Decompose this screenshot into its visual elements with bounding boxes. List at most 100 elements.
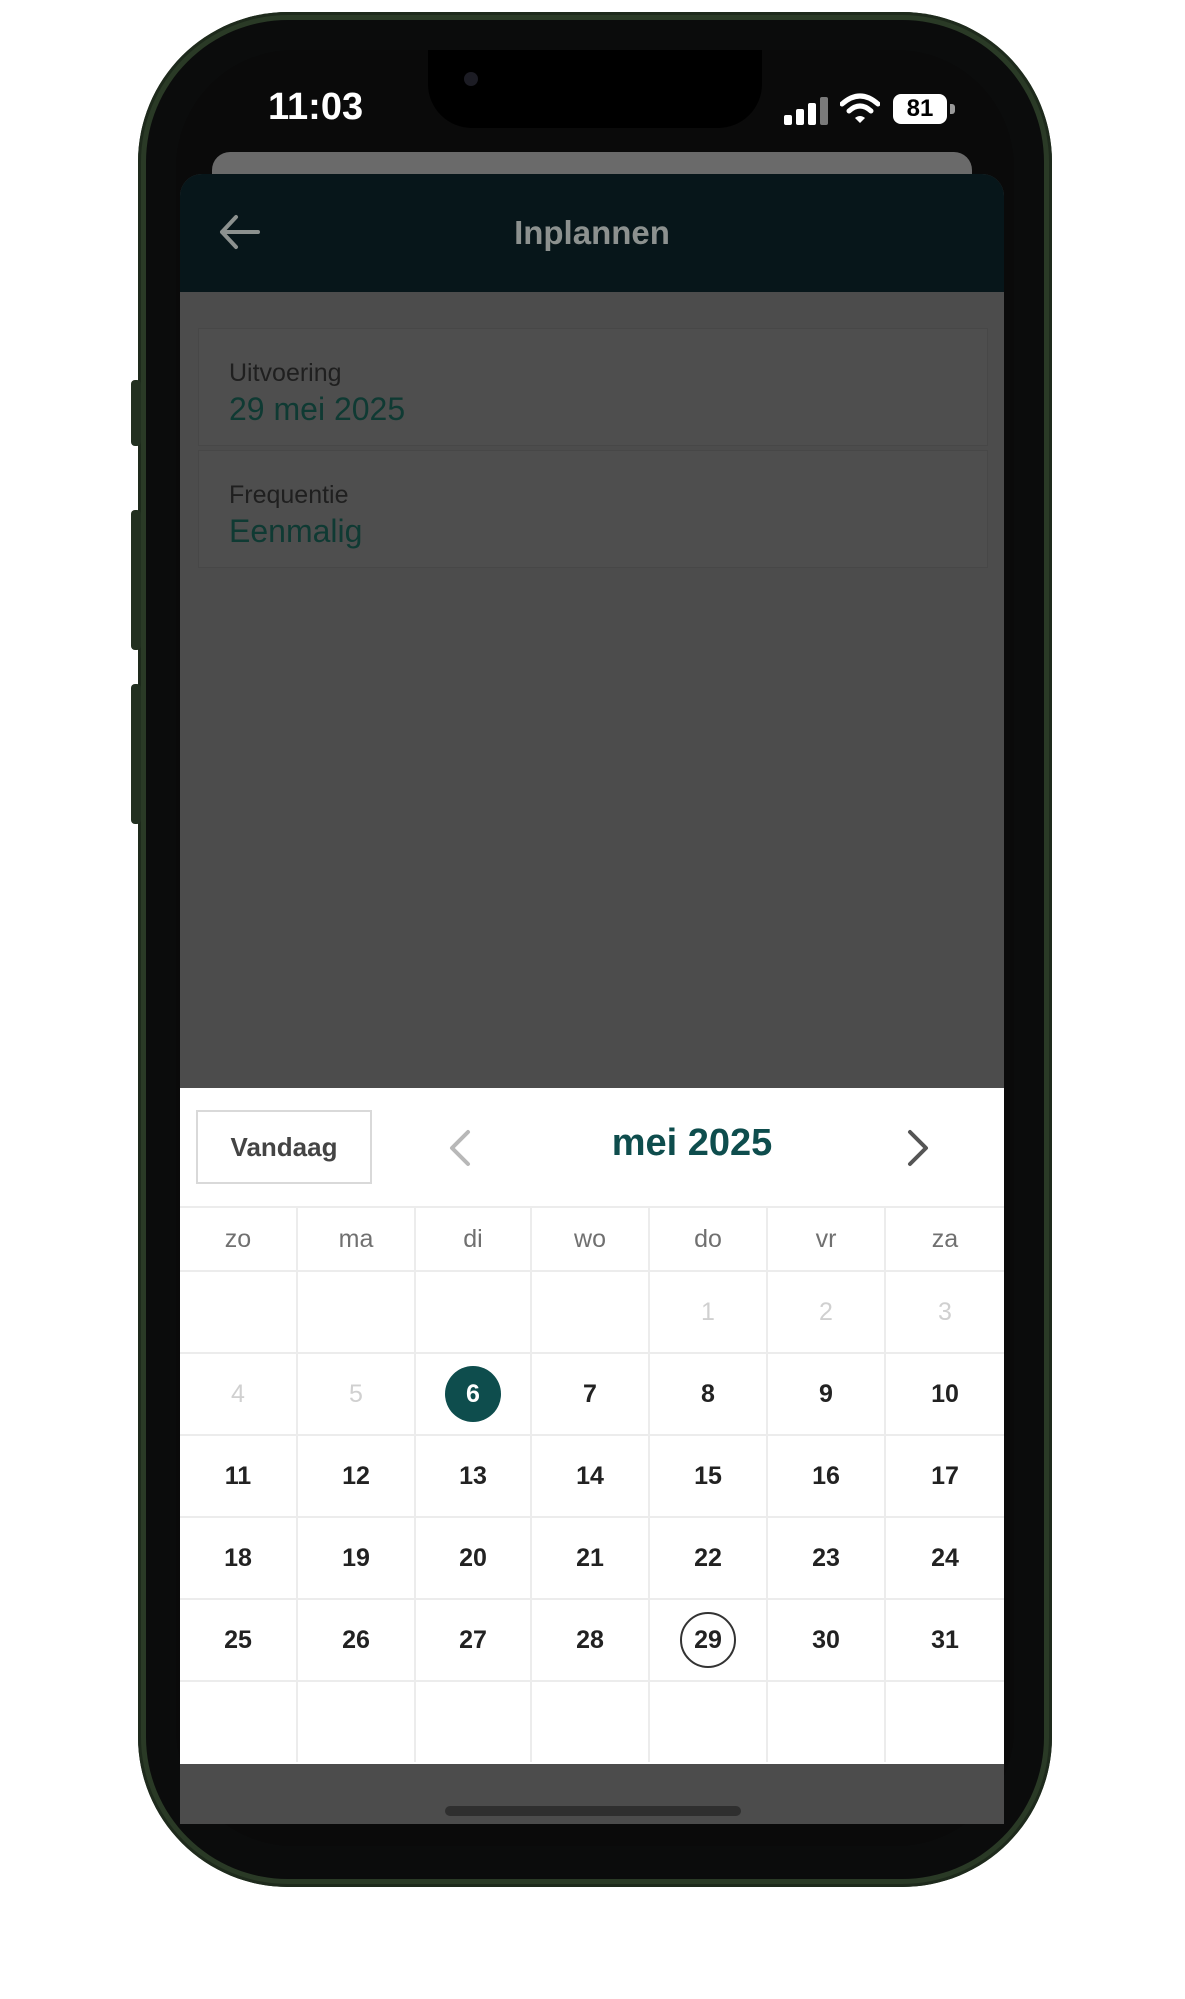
day-cell[interactable]: 24 bbox=[886, 1518, 1004, 1598]
weekday-label: wo bbox=[532, 1208, 650, 1270]
day-cell[interactable]: 27 bbox=[416, 1600, 532, 1680]
day-number: 25 bbox=[224, 1625, 252, 1654]
day-number: 24 bbox=[931, 1543, 959, 1572]
day-cell-disabled: 3 bbox=[886, 1272, 1004, 1352]
weekday-header: zo ma di wo do vr za bbox=[180, 1206, 1004, 1270]
date-picker: Vandaag mei 2025 zo ma di wo do vr za 1 2 3 4 5 6 7 8 9… bbox=[180, 1088, 1004, 1764]
day-cell[interactable]: 16 bbox=[768, 1436, 886, 1516]
chevron-left-icon[interactable] bbox=[442, 1126, 478, 1170]
field-value: Eenmalig bbox=[229, 513, 363, 549]
day-cell[interactable]: 15 bbox=[650, 1436, 768, 1516]
day-cell[interactable]: 8 bbox=[650, 1354, 768, 1434]
day-number: 21 bbox=[576, 1543, 604, 1572]
day-cell-empty bbox=[180, 1682, 298, 1762]
day-number: 26 bbox=[342, 1625, 370, 1654]
battery-icon: 81 bbox=[893, 94, 947, 124]
field-uitvoering[interactable]: Uitvoering 29 mei 2025 bbox=[198, 328, 988, 446]
day-cell-disabled: 2 bbox=[768, 1272, 886, 1352]
day-number: 20 bbox=[459, 1543, 487, 1572]
dynamic-island bbox=[428, 50, 762, 128]
day-number: 19 bbox=[342, 1543, 370, 1572]
day-cell[interactable]: 10 bbox=[886, 1354, 1004, 1434]
day-cell-empty bbox=[416, 1272, 532, 1352]
home-indicator[interactable] bbox=[445, 1806, 741, 1816]
day-number: 17 bbox=[931, 1461, 959, 1490]
wifi-icon bbox=[840, 93, 880, 123]
week-row: 4 5 6 7 8 9 10 bbox=[180, 1352, 1004, 1434]
chevron-right-icon[interactable] bbox=[900, 1126, 936, 1170]
day-cell-empty bbox=[532, 1272, 650, 1352]
day-number: 3 bbox=[938, 1297, 952, 1326]
day-cell-empty bbox=[886, 1682, 1004, 1762]
day-cell[interactable]: 28 bbox=[532, 1600, 650, 1680]
day-cell[interactable]: 11 bbox=[180, 1436, 298, 1516]
day-number: 12 bbox=[342, 1461, 370, 1490]
day-cell[interactable]: 22 bbox=[650, 1518, 768, 1598]
day-number: 28 bbox=[576, 1625, 604, 1654]
day-cell[interactable]: 14 bbox=[532, 1436, 650, 1516]
calendar-grid: zo ma di wo do vr za 1 2 3 4 5 6 7 8 9 10 11 12 13 14 15 16 17 1… bbox=[180, 1206, 1004, 1762]
day-cell[interactable]: 7 bbox=[532, 1354, 650, 1434]
weekday-label: zo bbox=[180, 1208, 298, 1270]
day-cell-empty bbox=[180, 1272, 298, 1352]
day-cell[interactable]: 13 bbox=[416, 1436, 532, 1516]
cellular-signal-icon bbox=[784, 95, 830, 125]
weekday-label: do bbox=[650, 1208, 768, 1270]
camera-icon bbox=[464, 72, 478, 86]
side-button-mute bbox=[131, 380, 141, 446]
weekday-label: za bbox=[931, 1224, 959, 1253]
day-number: 9 bbox=[819, 1379, 833, 1408]
day-number: 8 bbox=[701, 1379, 715, 1408]
day-number: 15 bbox=[694, 1461, 722, 1490]
day-cell-empty bbox=[532, 1682, 650, 1762]
day-cell-disabled: 4 bbox=[180, 1354, 298, 1434]
day-number: 5 bbox=[349, 1379, 363, 1408]
day-cell[interactable]: 6 bbox=[416, 1354, 532, 1434]
side-button-volume-down bbox=[131, 684, 141, 824]
day-cell[interactable]: 18 bbox=[180, 1518, 298, 1598]
day-cell[interactable]: 26 bbox=[298, 1600, 416, 1680]
field-frequentie[interactable]: Frequentie Eenmalig bbox=[198, 450, 988, 568]
day-number: 10 bbox=[931, 1379, 959, 1408]
day-cell[interactable]: 19 bbox=[298, 1518, 416, 1598]
month-label: mei 2025 bbox=[611, 1122, 773, 1164]
field-label: Frequentie bbox=[229, 481, 349, 509]
day-cell[interactable]: 30 bbox=[768, 1600, 886, 1680]
day-cell[interactable]: 29 bbox=[650, 1600, 768, 1680]
day-cell-empty bbox=[298, 1682, 416, 1762]
day-number: 2 bbox=[819, 1297, 833, 1326]
weekday-label: vr bbox=[768, 1208, 886, 1270]
day-cell-empty bbox=[650, 1682, 768, 1762]
day-number: 18 bbox=[224, 1543, 252, 1572]
week-row: 1 2 3 bbox=[180, 1270, 1004, 1352]
day-number: 11 bbox=[224, 1461, 252, 1490]
day-cell[interactable]: 25 bbox=[180, 1600, 298, 1680]
field-label: Uitvoering bbox=[229, 359, 342, 387]
field-value: 29 mei 2025 bbox=[229, 391, 406, 427]
day-cell[interactable]: 20 bbox=[416, 1518, 532, 1598]
battery-tip bbox=[950, 104, 955, 114]
day-number: 29 bbox=[680, 1612, 736, 1668]
day-cell[interactable]: 9 bbox=[768, 1354, 886, 1434]
day-cell-empty bbox=[416, 1682, 532, 1762]
day-number: 27 bbox=[459, 1625, 487, 1654]
day-number: 31 bbox=[931, 1625, 959, 1654]
day-number: 23 bbox=[812, 1543, 840, 1572]
day-cell-disabled: 1 bbox=[650, 1272, 768, 1352]
side-button-volume-up bbox=[131, 510, 141, 650]
week-row bbox=[180, 1680, 1004, 1762]
day-cell-disabled: 5 bbox=[298, 1354, 416, 1434]
day-cell[interactable]: 12 bbox=[298, 1436, 416, 1516]
header-bar: Inplannen bbox=[180, 174, 1004, 292]
day-cell[interactable]: 31 bbox=[886, 1600, 1004, 1680]
weekday-label: di bbox=[416, 1208, 532, 1270]
week-row: 11 12 13 14 15 16 17 bbox=[180, 1434, 1004, 1516]
day-number: 13 bbox=[459, 1461, 487, 1490]
today-button[interactable]: Vandaag bbox=[196, 1110, 372, 1184]
status-time: 11:03 bbox=[268, 86, 364, 128]
day-cell[interactable]: 17 bbox=[886, 1436, 1004, 1516]
day-cell[interactable]: 23 bbox=[768, 1518, 886, 1598]
day-number: 16 bbox=[812, 1461, 840, 1490]
day-cell[interactable]: 21 bbox=[532, 1518, 650, 1598]
day-number: 22 bbox=[694, 1543, 722, 1572]
